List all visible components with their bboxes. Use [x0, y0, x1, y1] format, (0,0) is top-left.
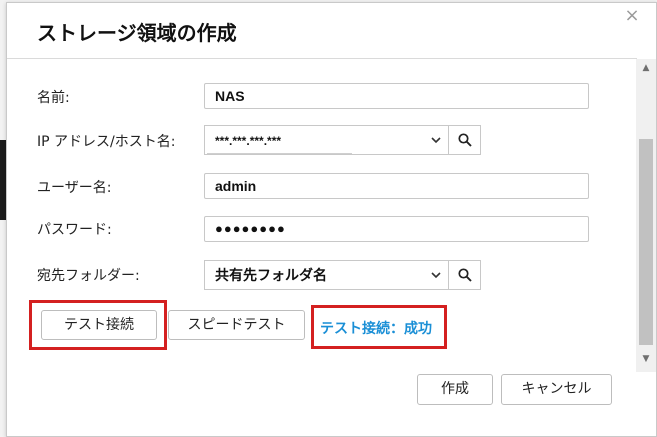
- test-connection-button[interactable]: テスト接続: [41, 310, 157, 340]
- folder-value: 共有先フォルダ名: [215, 267, 327, 283]
- chevron-down-icon: [431, 272, 441, 279]
- host-label: IP アドレス/ホスト名:: [37, 134, 176, 150]
- close-icon[interactable]: ×: [623, 7, 641, 25]
- scroll-thumb[interactable]: [639, 139, 653, 345]
- chevron-down-icon: [431, 137, 441, 144]
- test-status-text: テスト接続：成功: [320, 321, 432, 337]
- search-icon: [458, 133, 472, 147]
- folder-search-button[interactable]: [448, 260, 481, 290]
- host-value: ***.***.***.***: [215, 134, 282, 148]
- username-input[interactable]: admin: [204, 173, 589, 199]
- scroll-down-arrow-icon[interactable]: ▼: [636, 352, 656, 366]
- speed-test-button[interactable]: スピードテスト: [168, 310, 305, 340]
- title-divider: [7, 58, 637, 59]
- password-label: パスワード:: [37, 222, 112, 238]
- create-button[interactable]: 作成: [417, 374, 493, 405]
- host-field-underline: [207, 153, 352, 154]
- host-search-button[interactable]: [448, 125, 481, 155]
- scroll-up-arrow-icon[interactable]: ▲: [636, 61, 656, 75]
- host-select[interactable]: ***.***.***.***: [204, 125, 449, 155]
- dialog-title: ストレージ領域の作成: [37, 21, 237, 45]
- name-input[interactable]: NAS: [204, 83, 589, 109]
- folder-label: 宛先フォルダー:: [37, 268, 140, 284]
- cancel-button[interactable]: キャンセル: [501, 374, 612, 405]
- create-storage-dialog: ストレージ領域の作成 × 名前: NAS IP アドレス/ホスト名: ***.*…: [6, 2, 657, 437]
- folder-select[interactable]: 共有先フォルダ名: [204, 260, 449, 290]
- scrollbar[interactable]: ▲ ▼: [636, 59, 656, 372]
- search-icon: [458, 268, 472, 282]
- user-label: ユーザー名:: [37, 180, 112, 196]
- password-input[interactable]: ●●●●●●●●: [204, 216, 589, 242]
- name-label: 名前:: [37, 90, 70, 106]
